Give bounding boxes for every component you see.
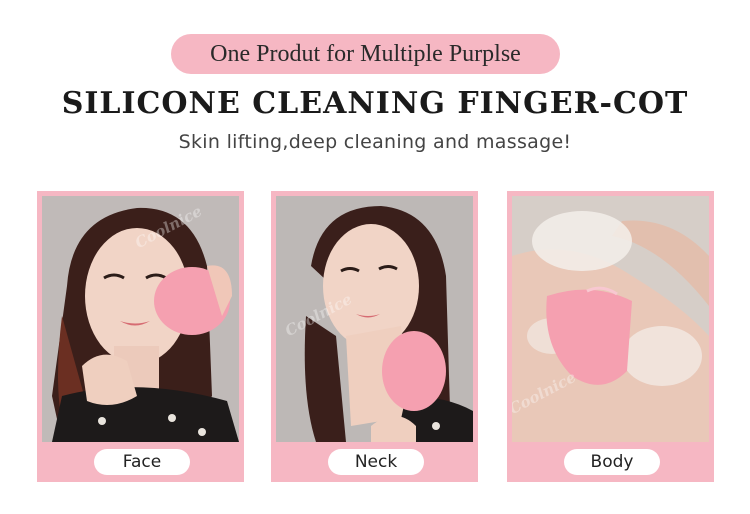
face-label: Face	[122, 452, 162, 472]
body-label: Body	[590, 452, 634, 472]
face-photo: Coolnice	[42, 196, 239, 442]
neck-label: Neck	[354, 452, 398, 472]
face-label-pill: Face	[94, 449, 190, 475]
page-subtitle: Skin lifting,deep cleaning and massage!	[178, 131, 572, 153]
body-label-pill: Body	[564, 449, 660, 475]
tagline-text: One Produt for Multiple Purplse	[210, 40, 521, 67]
usage-card-face: Coolnice Face	[37, 191, 244, 482]
neck-label-pill: Neck	[328, 449, 424, 475]
usage-card-neck: Coolnice Neck	[271, 191, 478, 482]
neck-photo: Coolnice	[276, 196, 473, 442]
body-photo: Coolnice	[512, 196, 709, 442]
usage-card-body: Coolnice Body	[507, 191, 714, 482]
page-title: SILICONE CLEANING FINGER-COT	[61, 86, 689, 121]
tagline-badge: One Produt for Multiple Purplse	[171, 34, 560, 74]
